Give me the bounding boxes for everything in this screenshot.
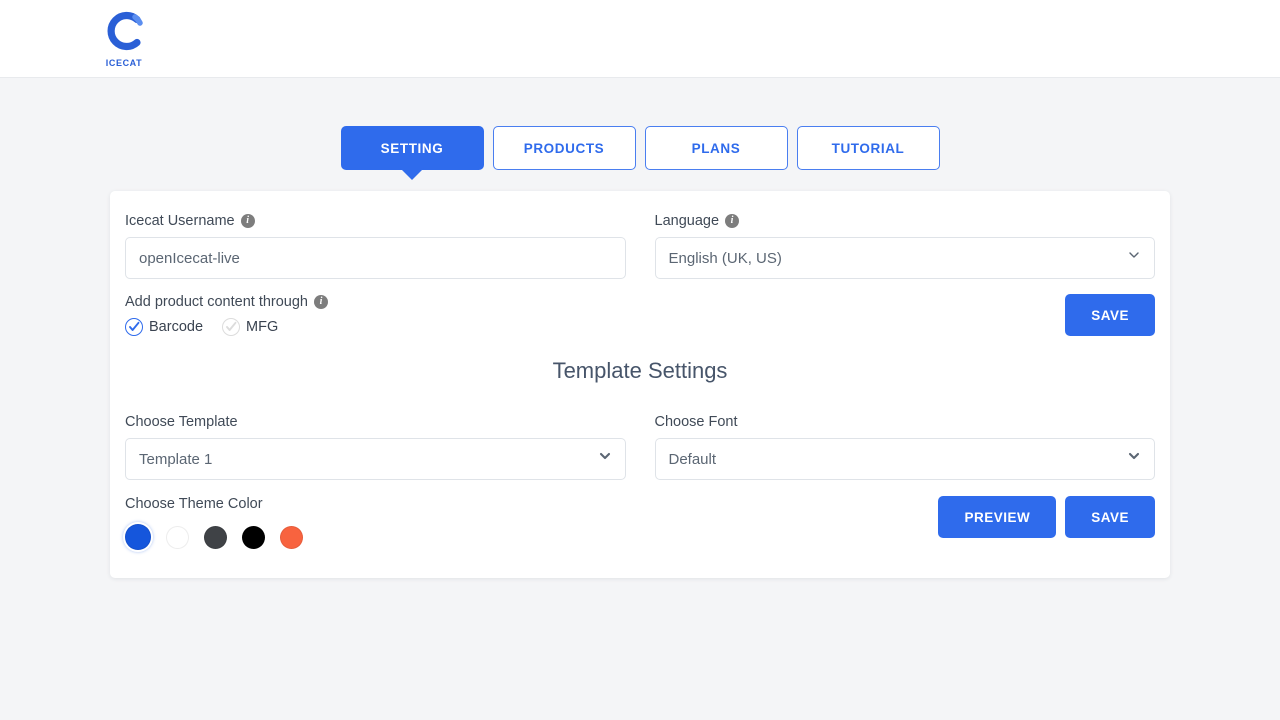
language-select-wrap: English (UK, US) [655, 237, 1156, 279]
swatch-blue[interactable] [125, 524, 151, 550]
account-save-button[interactable]: SAVE [1065, 294, 1155, 336]
choose-template-label-row: Choose Template [125, 414, 626, 430]
content-through-info-icon[interactable]: i [314, 295, 328, 309]
language-label: Language [655, 213, 720, 229]
username-field-group: Icecat Username i [125, 213, 626, 279]
tab-setting-label: SETTING [381, 141, 444, 156]
tab-plans-label: PLANS [692, 141, 741, 156]
tab-products-label: PRODUCTS [524, 141, 605, 156]
language-select[interactable]: English (UK, US) [655, 237, 1156, 279]
template-actions: PREVIEW SAVE [938, 496, 1155, 538]
choose-font-label: Choose Font [655, 414, 738, 430]
template-fields-row: Choose Template Template 1 Choose Font D… [125, 414, 1155, 480]
checkbox-barcode[interactable]: Barcode [125, 318, 203, 336]
language-label-row: Language i [655, 213, 1156, 229]
username-label: Icecat Username [125, 213, 235, 229]
checkbox-barcode-label: Barcode [149, 319, 203, 335]
swatch-dark-gray[interactable] [204, 526, 227, 549]
template-select[interactable]: Template 1 [125, 438, 626, 480]
active-tab-pointer-icon [400, 168, 424, 180]
brand-logo[interactable]: ICECAT [98, 10, 150, 68]
tab-plans[interactable]: PLANS [645, 126, 788, 170]
tab-setting[interactable]: SETTING [341, 126, 484, 170]
check-icon [125, 318, 143, 336]
swatch-black[interactable] [242, 526, 265, 549]
choose-template-group: Choose Template Template 1 [125, 414, 626, 480]
username-input[interactable] [125, 237, 626, 279]
theme-color-label: Choose Theme Color [125, 496, 263, 512]
choose-font-group: Choose Font Default [655, 414, 1156, 480]
content-through-group: Add product content through i Barcode [125, 294, 328, 336]
swatch-coral[interactable] [280, 526, 303, 549]
tab-tutorial-label: TUTORIAL [832, 141, 905, 156]
choose-template-label: Choose Template [125, 414, 238, 430]
template-select-wrap: Template 1 [125, 438, 626, 480]
brand-name: ICECAT [106, 58, 142, 68]
settings-card: Icecat Username i Language i English (UK… [110, 191, 1170, 578]
tab-products[interactable]: PRODUCTS [493, 126, 636, 170]
content-through-label: Add product content through [125, 294, 308, 310]
username-label-row: Icecat Username i [125, 213, 626, 229]
primary-tabs: SETTING PRODUCTS PLANS TUTORIAL [0, 126, 1280, 170]
preview-button[interactable]: PREVIEW [938, 496, 1056, 538]
site-header: ICECAT [0, 0, 1280, 78]
theme-color-label-row: Choose Theme Color [125, 496, 303, 512]
content-through-options: Barcode MFG [125, 318, 328, 336]
template-settings-title: Template Settings [125, 358, 1155, 384]
swatch-white[interactable] [166, 526, 189, 549]
language-field-group: Language i English (UK, US) [655, 213, 1156, 279]
choose-font-label-row: Choose Font [655, 414, 1156, 430]
language-info-icon[interactable]: i [725, 214, 739, 228]
theme-color-swatches [125, 524, 303, 550]
checkbox-mfg[interactable]: MFG [222, 318, 278, 336]
username-info-icon[interactable]: i [241, 214, 255, 228]
template-save-button[interactable]: SAVE [1065, 496, 1155, 538]
theme-color-row: Choose Theme Color PREVIEW SAVE [125, 496, 1155, 550]
checkbox-mfg-label: MFG [246, 319, 278, 335]
icecat-c-logo-icon [102, 10, 146, 57]
account-fields-row: Icecat Username i Language i English (UK… [125, 213, 1155, 279]
content-through-label-row: Add product content through i [125, 294, 328, 310]
theme-color-group: Choose Theme Color [125, 496, 303, 550]
content-through-row: Add product content through i Barcode [125, 294, 1155, 336]
font-select[interactable]: Default [655, 438, 1156, 480]
font-select-wrap: Default [655, 438, 1156, 480]
tab-tutorial[interactable]: TUTORIAL [797, 126, 940, 170]
check-icon [222, 318, 240, 336]
